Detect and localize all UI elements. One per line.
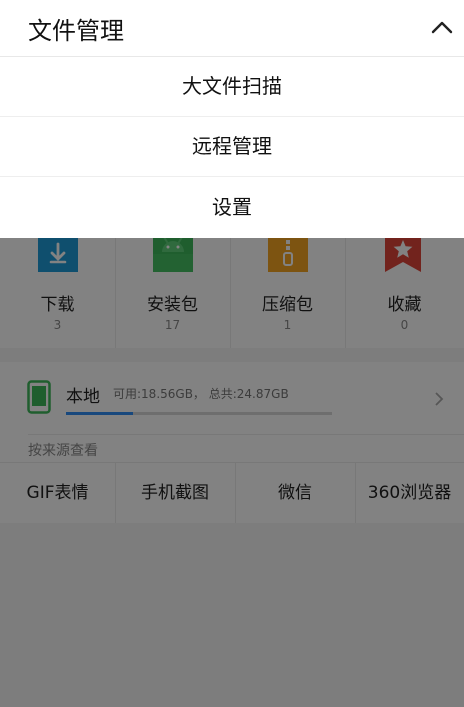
- dropdown-menu: 大文件扫描 远程管理 设置: [0, 57, 464, 238]
- chevron-up-icon: [431, 21, 453, 34]
- page-title: 文件管理: [28, 17, 124, 45]
- menu-item-large-file-scan[interactable]: 大文件扫描: [0, 57, 464, 117]
- menu-item-remote-management[interactable]: 远程管理: [0, 117, 464, 177]
- collapse-button[interactable]: [424, 10, 460, 46]
- menu-item-settings[interactable]: 设置: [0, 177, 464, 238]
- title-bar: 文件管理: [0, 0, 464, 57]
